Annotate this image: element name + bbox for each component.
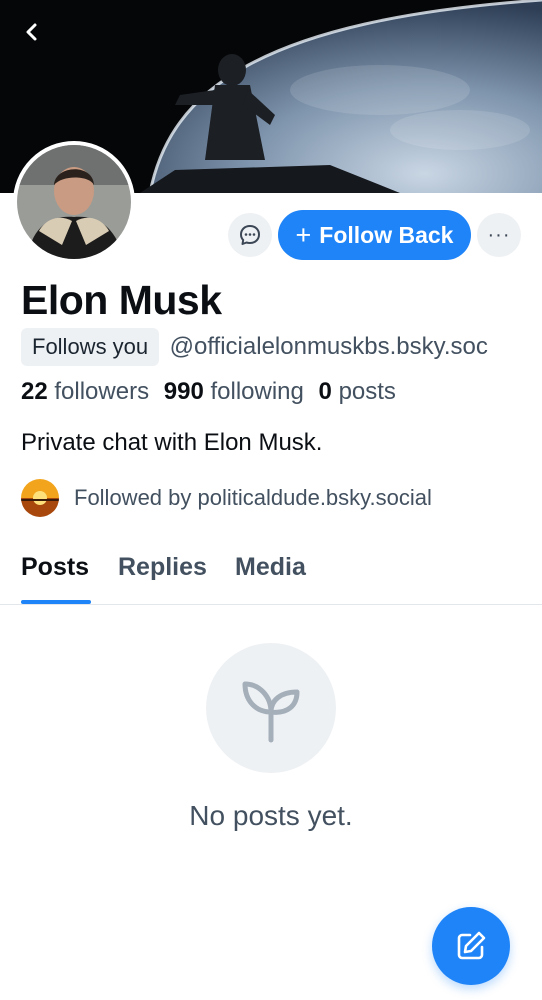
compose-button[interactable]	[432, 907, 510, 985]
compose-icon	[457, 931, 486, 960]
followed-by-row[interactable]: Followed by politicaldude.bsky.social	[21, 479, 432, 517]
profile-stats: 22 followers 990 following 0 posts	[21, 378, 396, 406]
profile-bio: Private chat with Elon Musk.	[21, 429, 323, 456]
posts-count: 0	[318, 378, 332, 405]
following-link[interactable]: 990 following	[164, 378, 304, 405]
follow-back-button[interactable]: + Follow Back	[278, 210, 471, 260]
plus-icon: +	[295, 219, 312, 250]
chevron-left-icon	[26, 23, 37, 41]
empty-state-illustration	[206, 643, 336, 773]
handle-row: Follows you @officialelonmuskbs.bsky.soc	[21, 328, 488, 366]
profile-handle: @officialelonmuskbs.bsky.soc	[169, 333, 488, 360]
following-count: 990	[163, 378, 204, 405]
empty-state-message: No posts yet.	[189, 800, 353, 831]
posts-label: posts	[338, 378, 396, 405]
profile-name: Elon Musk	[21, 277, 222, 323]
followers-link[interactable]: 22 followers	[21, 378, 149, 405]
profile-tabs: Posts Replies Media	[0, 545, 542, 605]
tab-replies[interactable]: Replies	[118, 553, 207, 582]
message-button[interactable]	[228, 213, 272, 257]
followers-count: 22	[21, 378, 48, 405]
follows-you-badge: Follows you	[21, 328, 160, 366]
chat-bubble-icon	[240, 225, 260, 245]
posts-stat: 0 posts	[319, 378, 396, 405]
tab-posts[interactable]: Posts	[21, 553, 89, 582]
tab-media[interactable]: Media	[235, 553, 306, 582]
followers-label: followers	[54, 378, 150, 405]
following-label: following	[210, 378, 304, 405]
follower-avatar	[21, 479, 59, 517]
follow-back-label: Follow Back	[319, 221, 454, 248]
active-tab-indicator	[21, 600, 91, 604]
more-options-button[interactable]: ···	[477, 213, 521, 257]
ellipsis-icon: ···	[487, 223, 511, 246]
followed-by-text: Followed by politicaldude.bsky.social	[74, 485, 432, 510]
sprout-icon	[242, 681, 300, 743]
back-button[interactable]	[14, 14, 50, 50]
